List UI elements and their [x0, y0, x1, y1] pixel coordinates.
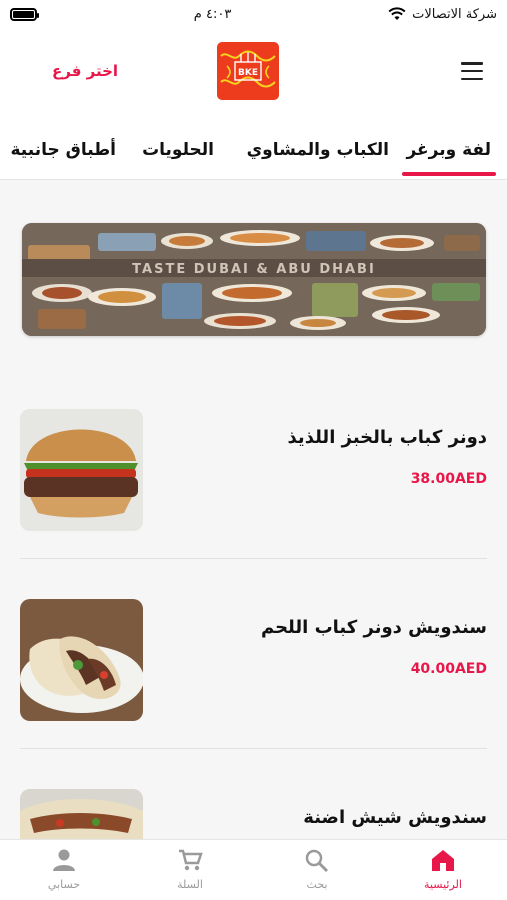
wifi-icon	[388, 7, 406, 20]
account-icon	[53, 849, 75, 871]
nav-cart[interactable]: السلة	[150, 848, 230, 891]
product-name: سندويش دونر كباب اللحم	[260, 617, 487, 638]
home-icon	[432, 850, 454, 871]
banner-collage: TASTE DUBAI & ABU DHABI	[22, 223, 486, 336]
nav-home-label: الرئيسية	[424, 878, 462, 891]
tab-wraps-burgers[interactable]: لفة وبرغر	[402, 140, 496, 176]
product-price: 40.00AED	[410, 661, 487, 677]
tab-kebabs-grills[interactable]: الكباب والمشاوي	[247, 140, 389, 160]
status-bar: ٤:٠٣ م شركة الاتصالات	[0, 0, 507, 28]
product-name: دونر كباب بالخبز اللذيذ	[287, 427, 487, 448]
app-header: اختر فرع BKE	[0, 28, 507, 120]
status-time: ٤:٠٣ م	[193, 6, 232, 22]
product-card[interactable]: سندويش دونر كباب اللحم 40.00AED	[0, 599, 507, 749]
product-image	[20, 409, 143, 531]
product-price: 38.00AED	[410, 471, 487, 487]
product-name: سندويش شيش اضنة	[303, 807, 487, 828]
tab-side-dishes[interactable]: أطباق جانبية	[11, 140, 117, 160]
svg-text:BKE: BKE	[238, 68, 258, 78]
nav-cart-label: السلة	[177, 878, 203, 891]
cart-icon	[179, 849, 203, 871]
product-card[interactable]: دونر كباب بالخبز اللذيذ 38.00AED	[0, 409, 507, 559]
product-image	[20, 599, 143, 721]
divider	[20, 558, 487, 559]
carrier-name: شركة الاتصالات	[412, 6, 497, 22]
nav-search[interactable]: بحث	[277, 848, 357, 891]
nav-home[interactable]: الرئيسية	[403, 848, 483, 891]
app-logo[interactable]: BKE	[217, 42, 279, 100]
promo-banner[interactable]: TASTE DUBAI & ABU DHABI	[22, 223, 486, 336]
menu-icon[interactable]	[461, 62, 483, 80]
divider	[20, 748, 487, 749]
choose-branch-button[interactable]: اختر فرع	[52, 62, 118, 80]
category-tabs: لفة وبرغر الكباب والمشاوي الحلويات أطباق…	[0, 120, 507, 180]
nav-account-label: حسابي	[47, 878, 81, 891]
bottom-navigation: الرئيسية بحث السلة حسابي	[0, 839, 507, 900]
nav-search-label: بحث	[306, 878, 328, 891]
nav-account[interactable]: حسابي	[24, 848, 104, 891]
battery-icon	[10, 7, 39, 21]
search-icon	[305, 849, 329, 872]
svg-text:TASTE DUBAI & ABU DHABI: TASTE DUBAI & ABU DHABI	[132, 262, 376, 277]
tab-desserts[interactable]: الحلويات	[142, 140, 214, 160]
